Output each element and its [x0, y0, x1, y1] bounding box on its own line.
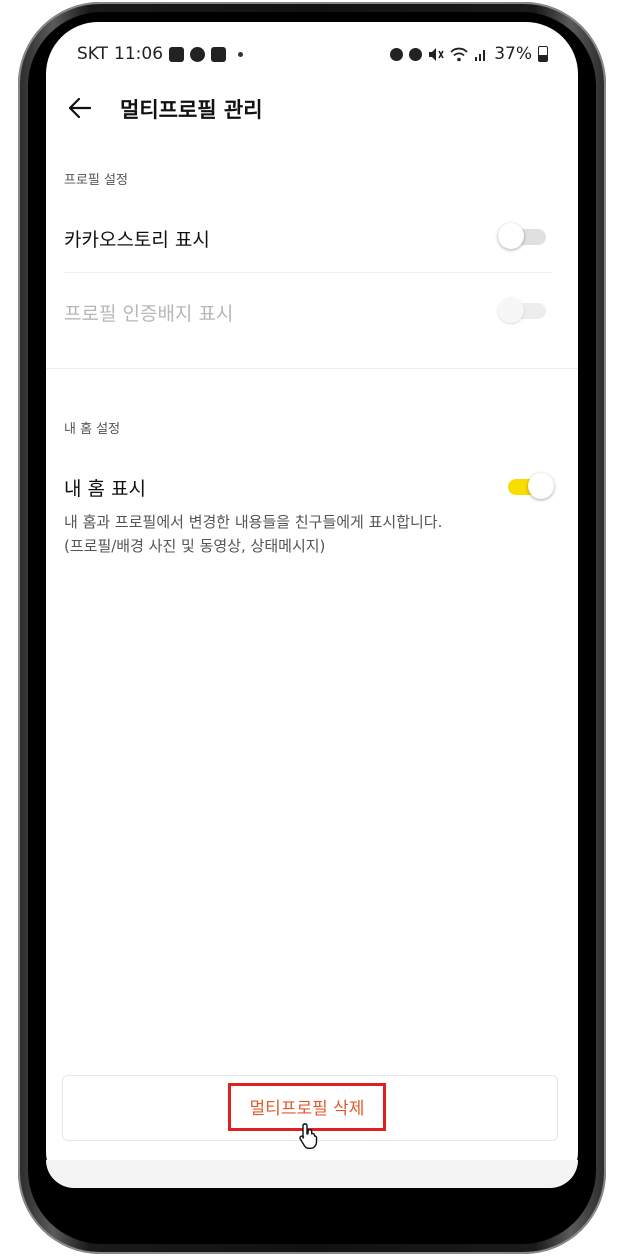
mute-icon: [429, 47, 444, 61]
status-right: 37%: [390, 44, 548, 64]
notification-app-icon: [169, 46, 185, 62]
battery-percent: 37%: [494, 44, 532, 64]
delete-multiprofile-label: 멀티프로필 삭제: [249, 1099, 365, 1119]
lock-app-icon: [390, 47, 404, 61]
battery-icon: [538, 46, 548, 62]
signal-icon: [475, 50, 486, 61]
screen-bottom-bar: [46, 1160, 578, 1188]
toggle-knob: [498, 297, 524, 323]
toggle-verification-badge: [498, 297, 548, 323]
notification-image-icon: [211, 46, 227, 62]
toggle-knob: [528, 473, 554, 499]
section-label-profile: 프로필 설정: [64, 173, 128, 188]
page-title: 멀티프로필 관리: [120, 98, 263, 122]
notification-ap-icon: [190, 46, 206, 62]
toggle-kakaostory[interactable]: [498, 223, 548, 249]
wifi-icon: [450, 47, 468, 61]
section-label-home: 내 홈 설정: [64, 422, 121, 437]
home-description-line2: (프로필/배경 사진 및 동영상, 상태메시지): [64, 537, 326, 555]
app-header: 멀티프로필 관리: [46, 82, 578, 136]
more-notifications-dot-icon: [238, 51, 244, 57]
hand-cursor-icon: [299, 1123, 318, 1149]
toggle-knob: [498, 223, 524, 249]
row-label-kakaostory: 카카오스토리 표시: [64, 229, 210, 251]
status-bar: SKT 11:06 37%: [46, 22, 578, 82]
section-divider: [46, 368, 578, 369]
row-label-my-home: 내 홈 표시: [64, 478, 146, 500]
back-arrow-icon[interactable]: [66, 94, 94, 122]
alarm-icon: [409, 47, 423, 61]
row-label-verification-badge: 프로필 인증배지 표시: [64, 303, 234, 325]
toggle-my-home[interactable]: [504, 473, 554, 499]
status-left: SKT 11:06: [77, 44, 244, 64]
clock-time: 11:06: [114, 44, 164, 64]
row-divider: [64, 272, 552, 273]
carrier-label: SKT: [77, 44, 109, 64]
home-description-line1: 내 홈과 프로필에서 변경한 내용들을 친구들에게 표시합니다.: [64, 513, 443, 531]
screen: SKT 11:06 37% 멀티프로필 관리 프로필 설정 카카오스토리 표시 …: [46, 22, 578, 1188]
